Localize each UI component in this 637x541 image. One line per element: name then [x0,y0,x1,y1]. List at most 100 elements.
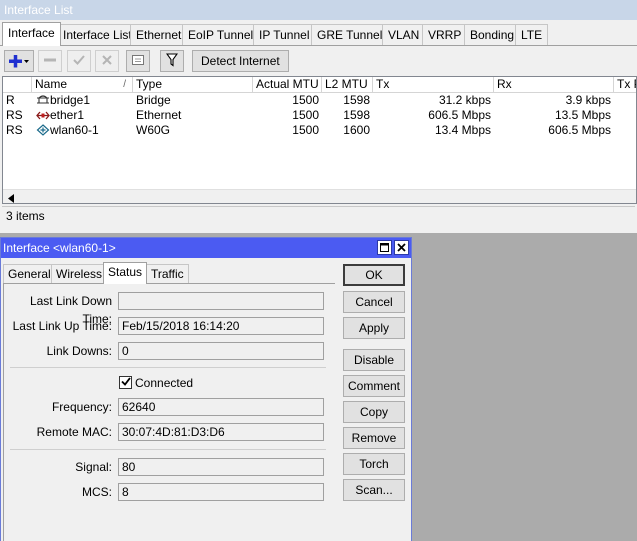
disable-button[interactable] [95,50,119,72]
ok-button[interactable]: OK [343,264,405,286]
connected-label: Connected [135,376,194,390]
column-name[interactable]: Name / [32,77,133,93]
tab-vrrp[interactable]: VRRP [422,24,468,46]
signal-label: Signal: [75,460,112,474]
row-type: Bridge [136,93,171,107]
tab-general[interactable]: General [3,264,56,284]
last-link-up-time-field: Feb/15/2018 16:14:20 [118,317,324,335]
table-row[interactable]: RS ether1 Ethernet 1500 1598 606.5 Mbps … [3,108,636,123]
tab-ip-tunnel[interactable]: IP Tunnel [253,24,316,46]
filter-button[interactable] [160,50,184,72]
row-actual-mtu: 1500 [292,108,319,122]
window-title: Interface List [0,0,637,20]
tab-bar: Interface Interface List Ethernet EoIP T… [0,22,637,46]
row-name: ether1 [32,108,133,123]
interface-table: Name / Type Actual MTU L2 MTU Tx Rx Tx P… [2,76,637,204]
mcs-label: MCS: [82,485,112,499]
row-tx: 31.2 kbps [438,93,491,107]
row-rx: 606.5 Mbps [548,123,611,137]
tab-wireless[interactable]: Wireless [51,264,108,284]
tab-interface-list[interactable]: Interface List [57,24,138,46]
tab-lte[interactable]: LTE [515,24,549,46]
toolbar: Detect Internet [0,48,637,74]
last-link-down-time-field [118,292,324,310]
link-downs-field: 0 [118,342,324,360]
row-tx: 606.5 Mbps [428,108,491,122]
add-button[interactable] [4,50,34,72]
table-row[interactable]: R bridge1 Bridge 1500 1598 31.2 kbps 3.9… [3,93,636,108]
tab-traffic[interactable]: Traffic [146,264,189,284]
tab-vlan[interactable]: VLAN [382,24,426,46]
link-downs-label: Link Downs: [46,344,112,358]
remote-mac-label: Remote MAC: [36,425,112,439]
filter-icon [165,52,179,70]
last-link-up-time-label: Last Link Up Time: [12,319,112,333]
signal-field: 80 [118,458,324,476]
remove-button[interactable]: Remove [343,427,405,449]
row-type: Ethernet [136,108,182,122]
interface-dialog: Interface <wlan60-1> General Wireless St… [0,237,412,541]
row-actual-mtu: 1500 [292,123,319,137]
status-panel: Last Link Down Time: Last Link Up Time: … [3,283,335,541]
frequency-field: 62640 [118,398,324,416]
comment-button[interactable] [126,50,150,72]
row-rx: 3.9 kbps [565,93,611,107]
row-l2-mtu: 1598 [343,93,370,107]
disable-button[interactable]: Disable [343,349,405,371]
column-rx[interactable]: Rx [494,77,614,93]
row-flags: R [6,93,15,107]
plus-icon [8,54,30,68]
tab-bonding[interactable]: Bonding [464,24,521,46]
row-actual-mtu: 1500 [292,93,319,107]
tab-interface[interactable]: Interface [2,22,61,46]
interface-list-window: Interface List Interface Interface List … [0,0,637,233]
close-button[interactable] [394,240,409,255]
sort-indicator: / [123,79,126,90]
column-tx[interactable]: Tx [373,77,494,93]
horizontal-scrollbar[interactable] [3,189,636,203]
minus-icon [43,54,57,68]
note-icon [131,54,145,69]
column-l2-mtu[interactable]: L2 MTU [322,77,373,93]
remote-mac-field: 30:07:4D:81:D3:D6 [118,423,324,441]
column-type[interactable]: Type [133,77,253,93]
checkmark-icon [120,376,131,389]
status-bar: 3 items [2,206,635,226]
row-flags: RS [6,123,23,137]
mcs-field: 8 [118,483,324,501]
copy-button[interactable]: Copy [343,401,405,423]
maximize-button[interactable] [377,240,392,255]
cancel-button[interactable]: Cancel [343,291,405,313]
table-header: Name / Type Actual MTU L2 MTU Tx Rx Tx P [3,77,636,93]
scan-button[interactable]: Scan... [343,479,405,501]
comment-button[interactable]: Comment [343,375,405,397]
connected-checkbox [119,376,132,389]
tab-gre-tunnel[interactable]: GRE Tunnel [311,24,389,46]
column-actual-mtu[interactable]: Actual MTU [253,77,322,93]
bridge-icon [36,95,50,108]
tab-eoip-tunnel[interactable]: EoIP Tunnel [182,24,260,46]
apply-button[interactable]: Apply [343,317,405,339]
scroll-left-icon[interactable] [7,192,15,203]
dialog-tab-bar: General Wireless Status Traffic [1,262,341,284]
row-rx: 13.5 Mbps [554,108,611,122]
close-icon [397,242,406,254]
tab-ethernet[interactable]: Ethernet [130,24,188,46]
row-tx: 13.4 Mbps [434,123,491,137]
torch-button[interactable]: Torch [343,453,405,475]
dialog-title: Interface <wlan60-1> [1,238,411,258]
maximize-icon [380,242,389,254]
ethernet-icon [36,110,50,123]
column-tx-packet[interactable]: Tx P [614,77,636,93]
row-name: wlan60-1 [32,123,133,138]
tab-status[interactable]: Status [103,262,148,284]
table-row[interactable]: RS wlan60-1 W60G 1500 1600 13.4 Mbps 606… [3,123,636,138]
row-flags: RS [6,108,23,122]
enable-button[interactable] [67,50,91,72]
cross-icon [101,54,113,69]
remove-button[interactable] [38,50,62,72]
column-flags[interactable] [3,77,32,93]
detect-internet-button[interactable]: Detect Internet [192,50,289,72]
row-name: bridge1 [32,93,133,108]
row-type: W60G [136,123,171,137]
